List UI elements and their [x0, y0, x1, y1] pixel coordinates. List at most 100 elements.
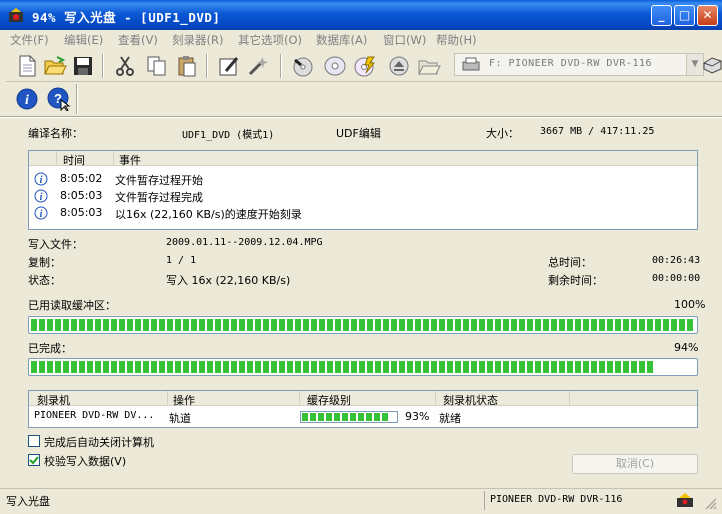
- new-icon[interactable]: [14, 53, 39, 78]
- compile-name-label: 编译名称：: [28, 127, 83, 140]
- column-divider: [435, 391, 436, 405]
- cache-level-percent: 93%: [405, 410, 430, 423]
- app-icon: [8, 7, 25, 23]
- toolbar-divider: [76, 84, 78, 114]
- copy-label: 复制：: [28, 256, 61, 269]
- event-log: 时间 事件 i 8:05:02 文件暂存过程开始 i 8:05:03 文件暂存过…: [28, 150, 698, 230]
- log-event: 以16x (22,160 KB/s)的速度开始刻录: [115, 208, 302, 221]
- column-recorder[interactable]: 刻录机: [37, 392, 70, 408]
- cancel-button[interactable]: 取消(C): [572, 454, 698, 474]
- chevron-down-icon[interactable]: ▼: [686, 54, 703, 75]
- toolbar-separator: [280, 54, 282, 78]
- log-row[interactable]: i 8:05:03 文件暂存过程完成: [29, 188, 697, 205]
- menu-view[interactable]: 查看(V): [118, 32, 158, 48]
- window-title: 94% 写入光盘 - [UDF1_DVD]: [32, 10, 221, 25]
- column-divider: [299, 391, 300, 405]
- info-icon[interactable]: i: [14, 86, 39, 111]
- total-time-label: 总时间：: [548, 256, 592, 269]
- log-time: 8:05:03: [60, 206, 103, 219]
- wizard-icon[interactable]: [246, 53, 271, 78]
- completed-progress-bar: [28, 358, 698, 376]
- svg-text:i: i: [40, 192, 43, 203]
- shutdown-checkbox[interactable]: [28, 435, 40, 447]
- verify-option[interactable]: 校验写入数据(V): [28, 453, 228, 469]
- completed-progress-fill: [31, 361, 656, 373]
- write-file-label: 写入文件：: [28, 238, 83, 251]
- status-divider: [484, 491, 485, 510]
- properties-icon[interactable]: [216, 53, 241, 78]
- disc-quick-icon[interactable]: [352, 53, 377, 78]
- title-bar: 94% 写入光盘 - [UDF1_DVD] _ □ ✕: [0, 0, 722, 30]
- recorder-table: 刻录机 操作 缓存级别 刻录机状态 PIONEER DVD-RW DV... 轨…: [28, 390, 698, 428]
- recorder-state-value: 就绪: [439, 412, 461, 425]
- menu-window[interactable]: 窗口(W): [383, 32, 426, 48]
- maximize-button[interactable]: □: [674, 5, 695, 26]
- minimize-button[interactable]: _: [651, 5, 672, 26]
- burn-icon[interactable]: [290, 53, 315, 78]
- recording-drive-icon: [676, 492, 694, 511]
- copy-icon[interactable]: [144, 53, 169, 78]
- completed-percent: 94%: [674, 341, 699, 354]
- status-label: 状态：: [28, 274, 61, 287]
- help-toolbar: i ?: [6, 84, 722, 116]
- status-bar: 写入光盘 PIONEER DVD-RW DVR-116: [0, 488, 722, 512]
- info-icon: i: [34, 206, 48, 223]
- cut-icon[interactable]: [112, 53, 137, 78]
- verify-label: 校验写入数据(V): [44, 455, 127, 468]
- eject-icon[interactable]: [386, 53, 411, 78]
- paste-icon[interactable]: [174, 53, 199, 78]
- help-cursor-icon[interactable]: ?: [46, 86, 71, 111]
- section-divider: [0, 116, 722, 118]
- drive-select[interactable]: F: PIONEER DVD-RW DVR-116 ▼: [454, 53, 704, 76]
- buffer-label: 已用读取缓冲区：: [28, 299, 116, 312]
- column-recorder-state[interactable]: 刻录机状态: [443, 392, 498, 408]
- svg-text:i: i: [40, 209, 43, 220]
- column-divider: [569, 391, 570, 405]
- close-button[interactable]: ✕: [697, 5, 718, 26]
- log-header-spacer: [29, 151, 57, 165]
- menu-database[interactable]: 数据库(A): [316, 32, 367, 48]
- completed-label: 已完成：: [28, 342, 72, 355]
- table-row[interactable]: PIONEER DVD-RW DV... 轨道 93% 就绪: [29, 408, 697, 426]
- cache-level-bar: [300, 411, 398, 423]
- drive-select-value: F: PIONEER DVD-RW DVR-116: [489, 58, 653, 69]
- log-time: 8:05:02: [60, 172, 103, 185]
- copy-value: 1 / 1: [166, 255, 197, 266]
- verify-checkbox[interactable]: [28, 454, 40, 466]
- recorder-name: PIONEER DVD-RW DV...: [34, 410, 155, 421]
- status-drive: PIONEER DVD-RW DVR-116: [490, 494, 623, 505]
- menu-extras[interactable]: 其它选项(O): [238, 32, 302, 48]
- printer-icon: [461, 56, 481, 76]
- column-cache-level[interactable]: 缓存级别: [307, 392, 351, 408]
- log-column-time[interactable]: 时间: [63, 152, 85, 168]
- open-folder-icon[interactable]: [416, 53, 441, 78]
- shutdown-label: 完成后自动关闭计算机: [44, 436, 154, 449]
- open-icon[interactable]: [42, 53, 67, 78]
- shutdown-option[interactable]: 完成后自动关闭计算机: [28, 434, 228, 450]
- status-text: 写入光盘: [6, 495, 50, 508]
- column-operation[interactable]: 操作: [173, 392, 195, 408]
- menu-help[interactable]: 帮助(H): [436, 32, 477, 48]
- compile-name-value: UDF1_DVD (模式1): [182, 130, 275, 141]
- log-event: 文件暂存过程完成: [115, 191, 203, 204]
- info-icon: i: [34, 189, 48, 206]
- menu-file[interactable]: 文件(F): [10, 32, 49, 48]
- save-icon[interactable]: [70, 53, 95, 78]
- svg-text:i: i: [40, 175, 43, 186]
- remaining-time-value: 00:00:00: [652, 273, 701, 284]
- resize-grip-icon[interactable]: [704, 497, 718, 514]
- size-label: 大小：: [486, 127, 519, 140]
- log-row[interactable]: i 8:05:02 文件暂存过程开始: [29, 171, 697, 188]
- total-time-value: 00:26:43: [652, 255, 701, 266]
- log-time: 8:05:03: [60, 189, 103, 202]
- menu-edit[interactable]: 编辑(E): [64, 32, 103, 48]
- info-icon: i: [34, 172, 48, 189]
- log-row[interactable]: i 8:05:03 以16x (22,160 KB/s)的速度开始刻录: [29, 205, 697, 222]
- log-column-event[interactable]: 事件: [119, 152, 141, 168]
- size-value: 3667 MB / 417:11.25: [540, 126, 655, 137]
- cache-level-fill: [302, 413, 390, 421]
- drive-icon[interactable]: [702, 55, 722, 78]
- disc-info-icon[interactable]: [322, 53, 347, 78]
- recorder-table-header: 刻录机 操作 缓存级别 刻录机状态: [29, 391, 697, 408]
- menu-recorder[interactable]: 刻录器(R): [172, 32, 223, 48]
